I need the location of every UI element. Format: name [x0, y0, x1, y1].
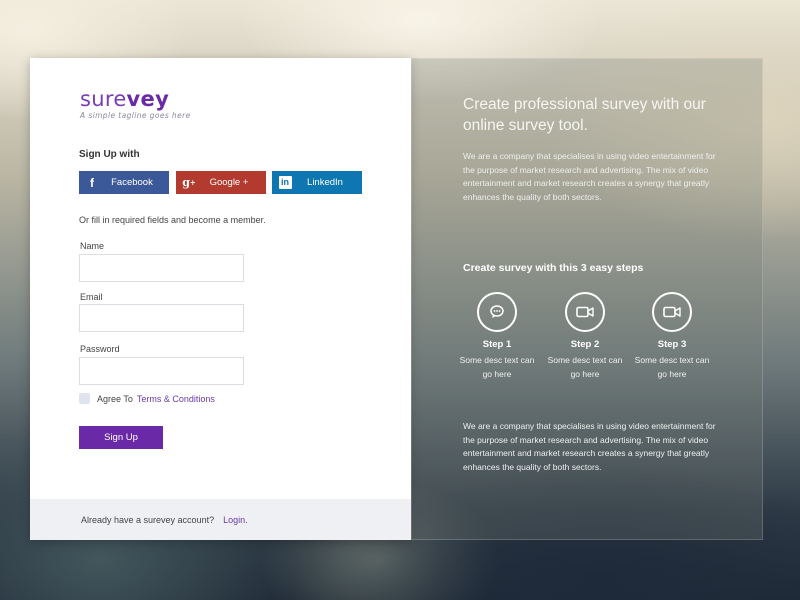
agree-row: Agree To Terms & Conditions — [79, 393, 215, 404]
step-1-desc: Some desc text can go here — [459, 355, 535, 379]
email-field[interactable] — [79, 304, 244, 332]
logo-tagline: A simple tagline goes here — [80, 111, 191, 120]
promo-panel: Create professional survey with our onli… — [411, 58, 763, 540]
video-camera-icon — [652, 292, 692, 332]
signup-with-heading: Sign Up with — [79, 149, 140, 160]
linkedin-signup-button[interactable]: in LinkedIn — [272, 171, 362, 194]
step-2-desc: Some desc text can go here — [547, 355, 623, 379]
linkedin-icon: in — [272, 171, 298, 194]
signup-card: surevey A simple tagline goes here Sign … — [30, 58, 411, 540]
promo-paragraph-2: We are a company that specialises in usi… — [463, 421, 716, 472]
sign-up-button[interactable]: Sign Up — [79, 426, 163, 449]
name-label: Name — [80, 241, 105, 251]
password-label: Password — [80, 344, 120, 354]
login-link[interactable]: Login. — [223, 515, 248, 525]
google-plus-signup-button[interactable]: g + Google + — [176, 171, 266, 194]
steps-heading: Create survey with this 3 easy steps — [463, 262, 644, 274]
logo-part-2: vey — [126, 87, 170, 111]
agree-checkbox[interactable] — [79, 393, 90, 404]
video-camera-icon — [565, 292, 605, 332]
promo-paragraph-1: We are a company that specialises in usi… — [463, 151, 716, 202]
email-label: Email — [80, 292, 103, 302]
step-1: Step 1 Some desc text can go here — [457, 292, 537, 381]
password-field[interactable] — [79, 357, 244, 385]
brand-logo[interactable]: surevey A simple tagline goes here — [80, 88, 191, 120]
existing-account-text: Already have a surevey account? — [81, 514, 215, 525]
step-3-desc: Some desc text can go here — [634, 355, 710, 379]
step-3: Step 3 Some desc text can go here — [632, 292, 712, 381]
step-3-title: Step 3 — [657, 339, 687, 350]
step-2: Step 2 Some desc text can go here — [545, 292, 625, 381]
google-plus-button-label: Google + — [209, 177, 249, 188]
step-2-title: Step 2 — [570, 339, 600, 350]
logo-part-1: sure — [80, 87, 127, 111]
fill-fields-note: Or fill in required fields and become a … — [79, 215, 266, 225]
step-1-title: Step 1 — [482, 339, 512, 350]
promo-title: Create professional survey with our onli… — [463, 96, 706, 134]
linkedin-button-label: LinkedIn — [307, 177, 343, 188]
facebook-button-label: Facebook — [111, 177, 153, 188]
facebook-signup-button[interactable]: f Facebook — [79, 171, 169, 194]
chat-bubble-icon — [477, 292, 517, 332]
facebook-icon: f — [90, 175, 94, 190]
terms-link[interactable]: Terms & Conditions — [137, 394, 215, 404]
google-plus-icon: g + — [182, 176, 196, 189]
name-field[interactable] — [79, 254, 244, 282]
agree-label: Agree To — [97, 393, 133, 404]
logo-wordmark: surevey — [80, 88, 191, 110]
signup-footer: Already have a surevey account? Login. — [30, 499, 411, 540]
